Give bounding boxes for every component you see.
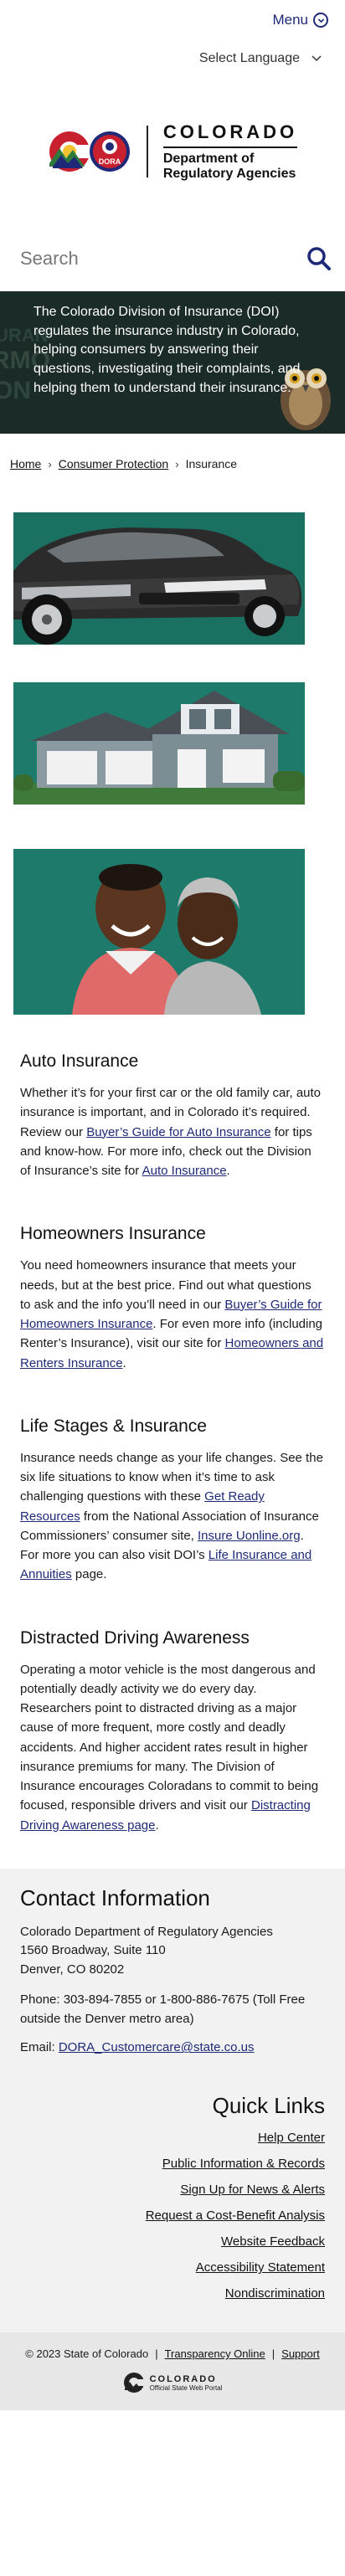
hero-banner: URAN RMO ON The Colorado Division of Ins…	[0, 291, 345, 434]
text-fragment: .	[155, 1818, 159, 1833]
auto-insurance-section: Auto Insurance Whether it’s for your fir…	[20, 1051, 325, 1180]
accessibility-link[interactable]: Accessibility Statement	[196, 2260, 325, 2275]
distracted-driving-title: Distracted Driving Awareness	[20, 1627, 250, 1648]
insure-uonline-link[interactable]: Insure Uonline.org	[198, 1529, 301, 1543]
address-line: 1560 Broadway, Suite 110	[20, 1943, 166, 1958]
logo-dept-line2: Regulatory Agencies	[162, 167, 296, 181]
chevron-down-icon	[312, 55, 322, 62]
quick-link-item: Public Information & Records	[20, 2157, 325, 2171]
breadcrumb-home-link[interactable]: Home	[10, 457, 41, 470]
breadcrumb-consumer-protection-link[interactable]: Consumer Protection	[59, 457, 169, 470]
colorado-c-logo-icon	[49, 131, 91, 172]
separator: |	[271, 2347, 275, 2361]
life-stages-section: Life Stages & Insurance Insurance needs …	[20, 1417, 325, 1585]
help-center-link[interactable]: Help Center	[258, 2131, 325, 2145]
news-alerts-link[interactable]: Sign Up for News & Alerts	[180, 2183, 325, 2197]
language-label: Select Language	[198, 51, 300, 65]
distracted-driving-section: Distracted Driving Awareness Operating a…	[20, 1628, 325, 1835]
auto-buyers-guide-link[interactable]: Buyer’s Guide for Auto Insurance	[86, 1125, 270, 1139]
svg-text:DORA: DORA	[99, 157, 121, 166]
breadcrumb: Home › Consumer Protection › Insurance	[0, 434, 345, 494]
search-bar	[0, 226, 345, 291]
svg-text:ON: ON	[0, 377, 31, 404]
bottom-bar: © 2023 State of Colorado | Transparency …	[0, 2332, 345, 2411]
copyright: © 2023 State of Colorado	[25, 2347, 149, 2361]
search-input[interactable]	[20, 247, 271, 270]
contact-address: Colorado Department of Regulatory Agenci…	[20, 1923, 325, 1980]
bottom-links: © 2023 State of Colorado | Transparency …	[10, 2347, 335, 2360]
contact-title: Contact Information	[20, 1884, 210, 1910]
auto-insurance-image	[13, 512, 305, 645]
address-line: Denver, CO 80202	[20, 1962, 125, 1977]
distracted-driving-text: Operating a motor vehicle is the most da…	[20, 1660, 325, 1835]
logo-divider	[146, 126, 148, 177]
portal-name: COLORADO	[149, 2373, 217, 2384]
public-information-link[interactable]: Public Information & Records	[162, 2157, 325, 2171]
text-fragment: .	[122, 1355, 126, 1370]
portal-text: COLORADO Official State Web Portal	[150, 2374, 223, 2392]
menu-button[interactable]: Menu	[272, 12, 328, 28]
dora-seal-icon: DORA	[89, 131, 130, 172]
nondiscrimination-link[interactable]: Nondiscrimination	[225, 2286, 325, 2301]
breadcrumb-chevron-icon: ›	[175, 457, 179, 470]
transparency-link[interactable]: Transparency Online	[165, 2347, 265, 2360]
logo-state-name: COLORADO	[162, 121, 298, 148]
cost-benefit-link[interactable]: Request a Cost-Benefit Analysis	[146, 2208, 325, 2223]
menu-label: Menu	[272, 12, 308, 28]
homeowners-insurance-section: Homeowners Insurance You need homeowners…	[20, 1224, 325, 1373]
homeowners-insurance-text: You need homeowners insurance that meets…	[20, 1256, 325, 1373]
contact-email: Email: DORA_Customercare@state.co.us	[20, 2040, 325, 2054]
quick-links-title: Quick Links	[212, 2093, 325, 2119]
address-line: Colorado Department of Regulatory Agenci…	[20, 1924, 273, 1939]
auto-insurance-link[interactable]: Auto Insurance	[142, 1164, 227, 1178]
email-link[interactable]: DORA_Customercare@state.co.us	[59, 2040, 255, 2054]
site-logo[interactable]: DORA COLORADO Department of Regulatory A…	[0, 77, 345, 226]
breadcrumb-current: Insurance	[185, 457, 238, 470]
life-stages-image	[13, 849, 305, 1015]
quick-link-item: Sign Up for News & Alerts	[20, 2183, 325, 2197]
text-fragment: .	[226, 1164, 230, 1178]
logo-marks: DORA	[48, 130, 131, 173]
quick-links-list: Help Center Public Information & Records…	[20, 2131, 325, 2301]
auto-insurance-text: Whether it’s for your first car or the o…	[20, 1083, 325, 1180]
text-fragment: Insurance needs change as your life chan…	[20, 1450, 323, 1504]
contact-phone: Phone: 303-894-7855 or 1-800-886-7675 (T…	[20, 1992, 306, 2026]
life-stages-text: Insurance needs change as your life chan…	[20, 1448, 325, 1585]
language-selector[interactable]: Select Language	[0, 40, 345, 77]
search-icon[interactable]	[306, 246, 332, 271]
quick-link-item: Request a Cost-Benefit Analysis	[20, 2208, 325, 2223]
state-portal-logo[interactable]: COLORADO Official State Web Portal	[10, 2372, 335, 2393]
portal-subtitle: Official State Web Portal	[149, 2383, 223, 2392]
breadcrumb-chevron-icon: ›	[48, 457, 52, 470]
text-fragment: Operating a motor vehicle is the most da…	[20, 1662, 319, 1813]
life-stages-title: Life Stages & Insurance	[20, 1416, 207, 1436]
quick-link-item: Nondiscrimination	[20, 2286, 325, 2301]
support-link[interactable]: Support	[281, 2347, 320, 2360]
auto-insurance-title: Auto Insurance	[20, 1051, 139, 1071]
homeowners-insurance-image	[13, 682, 305, 805]
separator: |	[155, 2347, 158, 2361]
colorado-portal-icon	[123, 2373, 145, 2393]
site-footer: Contact Information Colorado Department …	[0, 1868, 345, 2333]
main-content: Auto Insurance Whether it’s for your fir…	[0, 1051, 345, 1835]
quick-link-item: Accessibility Statement	[20, 2260, 325, 2275]
quick-link-item: Help Center	[20, 2131, 325, 2145]
logo-dept-line1: Department of	[162, 151, 255, 166]
homeowners-insurance-title: Homeowners Insurance	[20, 1224, 206, 1244]
logo-text: COLORADO Department of Regulatory Agenci…	[162, 121, 298, 183]
website-feedback-link[interactable]: Website Feedback	[221, 2234, 325, 2249]
text-fragment: page.	[71, 1567, 107, 1582]
email-label: Email:	[20, 2040, 59, 2055]
chevron-down-icon	[313, 13, 328, 28]
top-bar: Menu	[0, 0, 345, 40]
hero-text: The Colorado Division of Insurance (DOI)…	[33, 305, 301, 395]
quick-link-item: Website Feedback	[20, 2234, 325, 2249]
